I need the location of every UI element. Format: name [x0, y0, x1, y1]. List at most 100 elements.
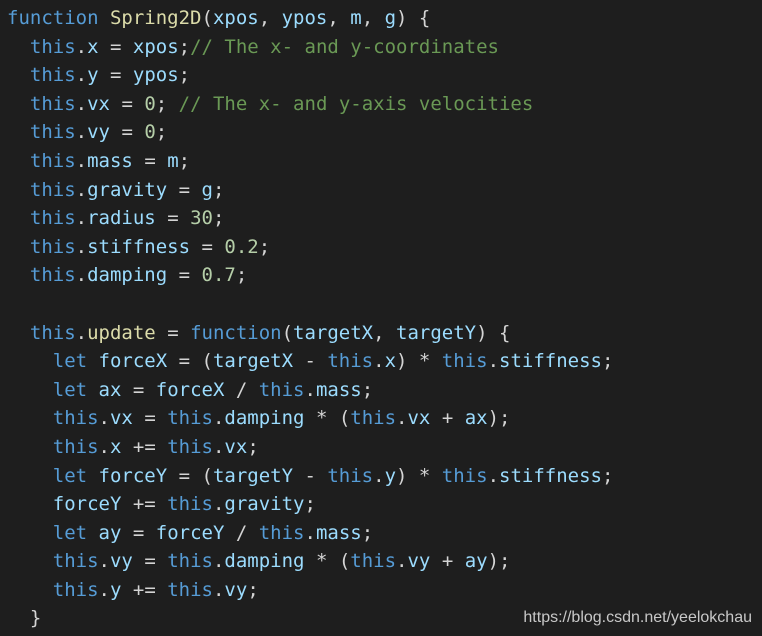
punctuation-token: . [373, 350, 385, 373]
keyword-token: this [327, 464, 374, 487]
punctuation-token [7, 407, 53, 429]
keyword-token: this [52, 407, 99, 430]
code-line: let forceX = (targetX - this.x) * this.s… [7, 347, 614, 376]
identifier-token: stiffness [87, 235, 191, 258]
punctuation-token: . [212, 578, 225, 601]
code-line: this.damping = 0.7; [7, 261, 613, 290]
punctuation-token [87, 522, 98, 544]
punctuation-token: ; [235, 264, 248, 287]
punctuation-token: . [75, 121, 88, 144]
identifier-token: m [350, 7, 362, 29]
code-line: this.vy = 0; [7, 118, 613, 147]
keyword-token: let [52, 378, 88, 401]
punctuation-token: * ( [304, 407, 351, 430]
identifier-token: ypos [132, 64, 179, 87]
identifier-token: xpos [212, 7, 259, 29]
punctuation-token: . [98, 550, 110, 573]
punctuation-token: . [487, 350, 500, 373]
punctuation-token: = [155, 207, 191, 230]
punctuation-token: . [212, 407, 225, 430]
punctuation-token [87, 350, 98, 372]
punctuation-token [87, 465, 98, 487]
code-line: function Spring2D(xpos, ypos, m, g) { [7, 4, 613, 33]
punctuation-token: . [75, 207, 88, 230]
keyword-token: this [167, 550, 213, 573]
punctuation-token [7, 64, 30, 86]
punctuation-token: . [212, 493, 225, 516]
punctuation-token: ( [281, 321, 294, 344]
punctuation-token: . [396, 550, 408, 573]
identifier-token: forceY [98, 464, 168, 487]
punctuation-token [7, 436, 53, 458]
keyword-token: this [29, 35, 76, 58]
punctuation-token: . [396, 407, 408, 430]
punctuation-token: = [98, 64, 133, 87]
identifier-token: forceY [52, 493, 122, 516]
punctuation-token: += [121, 493, 168, 516]
identifier-token: gravity [224, 493, 305, 516]
code-line: this.vx = this.damping * (this.vx + ax); [7, 404, 613, 433]
punctuation-token: . [75, 321, 88, 344]
punctuation-token: = [132, 407, 168, 430]
punctuation-token: + [430, 550, 465, 573]
punctuation-token [7, 522, 53, 544]
punctuation-token: . [487, 464, 500, 487]
code-line: this.mass = m; [7, 147, 613, 176]
identifier-token: damping [224, 407, 305, 430]
punctuation-token [7, 579, 53, 601]
punctuation-token: . [75, 264, 88, 287]
punctuation-token [7, 322, 30, 344]
number-literal-token: 30 [190, 207, 213, 230]
keyword-token: this [167, 407, 213, 430]
keyword-token: this [29, 64, 76, 87]
keyword-token: this [441, 350, 488, 373]
identifier-token: vy [109, 550, 133, 573]
identifier-token: m [167, 149, 179, 172]
punctuation-token [7, 350, 53, 372]
identifier-token: xpos [132, 35, 179, 58]
identifier-token: targetX [212, 350, 294, 373]
punctuation-token [7, 236, 30, 258]
punctuation-token: = [98, 35, 133, 58]
number-literal-token: 0.2 [224, 235, 259, 258]
identifier-token: mass [315, 521, 362, 544]
code-editor[interactable]: function Spring2D(xpos, ypos, m, g) { th… [7, 4, 613, 633]
identifier-token: targetY [212, 464, 294, 487]
identifier-token: stiffness [499, 350, 602, 373]
punctuation-token: = [167, 178, 202, 201]
comment-token: // The x- and y-axis velocities [178, 92, 534, 115]
identifier-token: y [109, 578, 122, 601]
keyword-token: let [52, 521, 88, 544]
keyword-token: this [327, 350, 374, 373]
punctuation-token: . [373, 464, 385, 487]
code-line: this.radius = 30; [7, 204, 613, 233]
punctuation-token: ) { [476, 321, 511, 344]
punctuation-token: / [224, 378, 259, 401]
punctuation-token: , [361, 7, 385, 29]
identifier-token: mass [315, 378, 362, 401]
keyword-token: this [167, 493, 213, 516]
punctuation-token: = [132, 550, 168, 573]
identifier-token: gravity [87, 178, 168, 201]
identifier-token: damping [87, 264, 168, 287]
punctuation-token [7, 207, 30, 229]
punctuation-token: ; [212, 178, 225, 201]
identifier-token: g [384, 7, 397, 29]
punctuation-token: ) { [396, 7, 431, 29]
punctuation-token: ; [178, 149, 191, 172]
punctuation-token [87, 379, 98, 401]
punctuation-token: ; [155, 121, 168, 144]
identifier-token: vx [407, 407, 431, 430]
punctuation-token: , [258, 7, 282, 29]
identifier-token: x [87, 35, 99, 58]
punctuation-token: , [327, 7, 351, 29]
punctuation-token: ) * [396, 350, 442, 373]
identifier-token: vy [87, 121, 110, 144]
punctuation-token: = [155, 321, 191, 344]
punctuation-token: += [121, 435, 168, 458]
punctuation-token: . [98, 435, 110, 458]
identifier-token: ay [98, 521, 122, 544]
punctuation-token: = [190, 235, 225, 258]
punctuation-token: ; [247, 578, 259, 601]
identifier-token: targetX [293, 321, 374, 344]
